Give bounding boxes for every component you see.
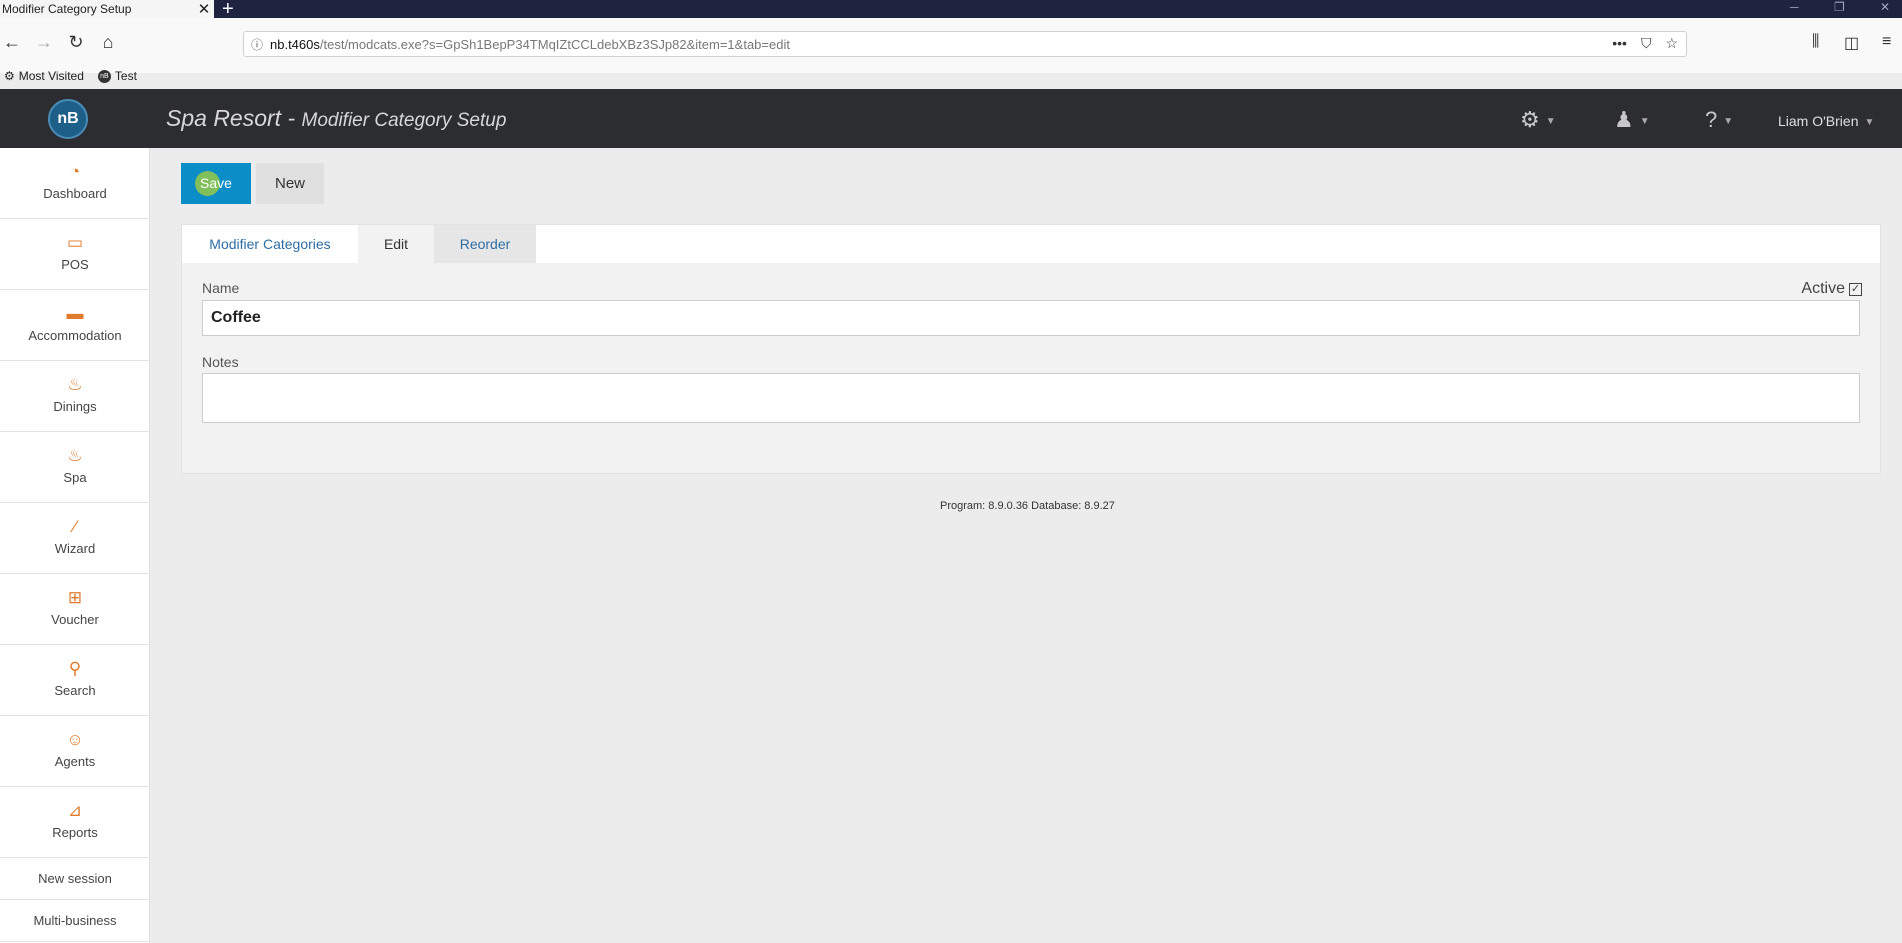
sidebar: ◔ Dashboard ▭ POS ▬ Accommodation ♨ Dinings …	[0, 148, 150, 943]
more-actions-icon[interactable]: •••	[1612, 35, 1627, 52]
bookmark-label: Most Visited	[18, 69, 84, 83]
name-label: Name	[202, 280, 240, 296]
url-path: /test/modcats.exe?s=GpSh1BepP34TMqIZtCCL…	[319, 36, 790, 52]
sidebar-item-label: Voucher	[51, 612, 99, 627]
bookmark-label: Test	[114, 69, 137, 83]
reload-icon[interactable]: ↻	[64, 32, 88, 53]
site-name: Spa Resort -	[166, 105, 296, 131]
tab-modifier-categories[interactable]: Modifier Categories	[182, 225, 358, 263]
tab-edit[interactable]: Edit	[358, 225, 434, 263]
chart-icon: ⊿	[67, 801, 83, 820]
sidebar-item-label: Search	[54, 683, 96, 698]
spa-icon: ♨	[67, 446, 83, 465]
sidebar-item-label: Dashboard	[43, 186, 107, 201]
close-tab-icon[interactable]: ✕	[194, 0, 214, 18]
sidebar-item-label: POS	[61, 257, 89, 272]
bookmark-most-visited[interactable]: ⚙ Most Visited	[4, 69, 84, 83]
edit-panel: Modifier Categories Edit Reorder Name Ac…	[181, 224, 1881, 474]
gauge-icon: ◔	[69, 162, 81, 181]
info-icon[interactable]: ⓘ	[244, 36, 270, 53]
sidebar-item-label: Wizard	[54, 541, 96, 556]
app-logo[interactable]: nB	[48, 99, 88, 139]
sidebar-new-session[interactable]: New session	[0, 858, 150, 900]
ninja-icon: ♟	[1614, 107, 1634, 132]
tab-reorder[interactable]: Reorder	[434, 225, 536, 263]
page-subtitle: Modifier Category Setup	[301, 110, 507, 131]
sidebar-item-dinings[interactable]: ♨ Dinings	[0, 361, 150, 432]
gift-icon: ⊞	[67, 588, 83, 607]
gears-icon: ⚙	[1520, 107, 1540, 132]
sidebar-item-label: Dinings	[53, 399, 97, 414]
active-label: Active	[1801, 280, 1845, 297]
active-toggle[interactable]: Active ✓	[1801, 280, 1862, 298]
active-checkbox[interactable]: ✓	[1849, 282, 1862, 296]
help-menu[interactable]: ? ▼	[1705, 107, 1733, 133]
sidebar-item-label: Accommodation	[28, 328, 122, 343]
home-icon[interactable]: ⌂	[96, 32, 120, 53]
pocket-icon[interactable]: ⛉	[1641, 35, 1652, 52]
bookmark-test[interactable]: nB Test	[97, 69, 137, 83]
help-icon: ?	[1705, 107, 1718, 132]
nb-logo-icon: nB	[97, 69, 111, 83]
tab-strip: Modifier Categories Edit Reorder	[182, 225, 1880, 263]
sidebar-item-voucher[interactable]: ⊞ Voucher	[0, 574, 150, 645]
monitor-icon: ▭	[66, 233, 84, 252]
back-icon[interactable]: ←	[0, 32, 24, 53]
caret-down-icon: ▼	[1864, 116, 1875, 128]
menu-icon[interactable]: ≡	[1882, 33, 1891, 51]
gear-icon: ⚙	[4, 69, 15, 83]
sidebar-item-wizard[interactable]: ⁄ Wizard	[0, 503, 150, 574]
wand-icon: ⁄	[73, 517, 77, 536]
bed-icon: ▬	[66, 304, 84, 323]
sidebar-item-spa[interactable]: ♨ Spa	[0, 432, 150, 503]
sidebar-item-reports[interactable]: ⊿ Reports	[0, 787, 150, 858]
save-button-label: Save	[200, 175, 232, 191]
window-close-icon[interactable]: ✕	[1880, 0, 1890, 14]
save-button[interactable]: Save	[181, 163, 251, 204]
forward-icon[interactable]: →	[32, 32, 56, 53]
browser-navbar: ← → ↻ ⌂ ⓘ nb.t460s/test/modcats.exe?s=Gp…	[0, 18, 1902, 73]
caret-down-icon: ▼	[1639, 115, 1650, 127]
sidebar-item-accommodation[interactable]: ▬ Accommodation	[0, 290, 150, 361]
notes-label: Notes	[202, 354, 239, 370]
user-name: Liam O'Brien	[1778, 113, 1859, 129]
name-field[interactable]: Coffee	[202, 300, 1860, 336]
sidebar-item-label: Reports	[52, 825, 98, 840]
bookmark-star-icon[interactable]: ☆	[1665, 35, 1678, 52]
sidebar-item-dashboard[interactable]: ◔ Dashboard	[0, 148, 150, 219]
page-title: Spa Resort - Modifier Category Setup	[166, 105, 506, 132]
library-icon[interactable]: ⫼	[1812, 33, 1819, 51]
new-button[interactable]: New	[256, 163, 324, 204]
app-header: nB Spa Resort - Modifier Category Setup …	[0, 89, 1902, 148]
url-bar[interactable]: ⓘ nb.t460s/test/modcats.exe?s=GpSh1BepP3…	[243, 31, 1687, 57]
sidebar-multi-business[interactable]: Multi-business	[0, 900, 150, 942]
notes-field[interactable]	[202, 373, 1860, 423]
agent-icon: ☺	[66, 730, 84, 749]
bookmarks-bar: ⚙ Most Visited nB Test	[0, 66, 137, 86]
url-host: nb.t460s	[270, 36, 320, 52]
browser-tabbar: Modifier Category Setup ✕ + ─ ❐ ✕	[0, 0, 1902, 20]
sidebar-item-search[interactable]: ⚲ Search	[0, 645, 150, 716]
dining-icon: ♨	[67, 375, 83, 394]
search-icon: ⚲	[68, 659, 82, 678]
browser-tab[interactable]: Modifier Category Setup ✕	[0, 0, 214, 18]
settings-menu[interactable]: ⚙ ▼	[1520, 107, 1556, 133]
sidebar-item-pos[interactable]: ▭ POS	[0, 219, 150, 290]
restore-icon[interactable]: ❐	[1834, 0, 1845, 14]
version-info: Program: 8.9.0.36 Database: 8.9.27	[940, 500, 1115, 512]
sidebar-item-label: Agents	[54, 754, 96, 769]
minimize-icon[interactable]: ─	[1790, 0, 1799, 14]
caret-down-icon: ▼	[1723, 115, 1734, 127]
browser-tab-title: Modifier Category Setup	[2, 2, 132, 16]
caret-down-icon: ▼	[1545, 115, 1556, 127]
sidebar-item-label: Spa	[63, 470, 87, 485]
user-menu[interactable]: Liam O'Brien ▼	[1778, 113, 1874, 129]
sidebar-toggle-icon[interactable]: ◫	[1844, 33, 1859, 53]
sidebar-item-agents[interactable]: ☺ Agents	[0, 716, 150, 787]
user-role-menu[interactable]: ♟ ▼	[1614, 107, 1650, 133]
